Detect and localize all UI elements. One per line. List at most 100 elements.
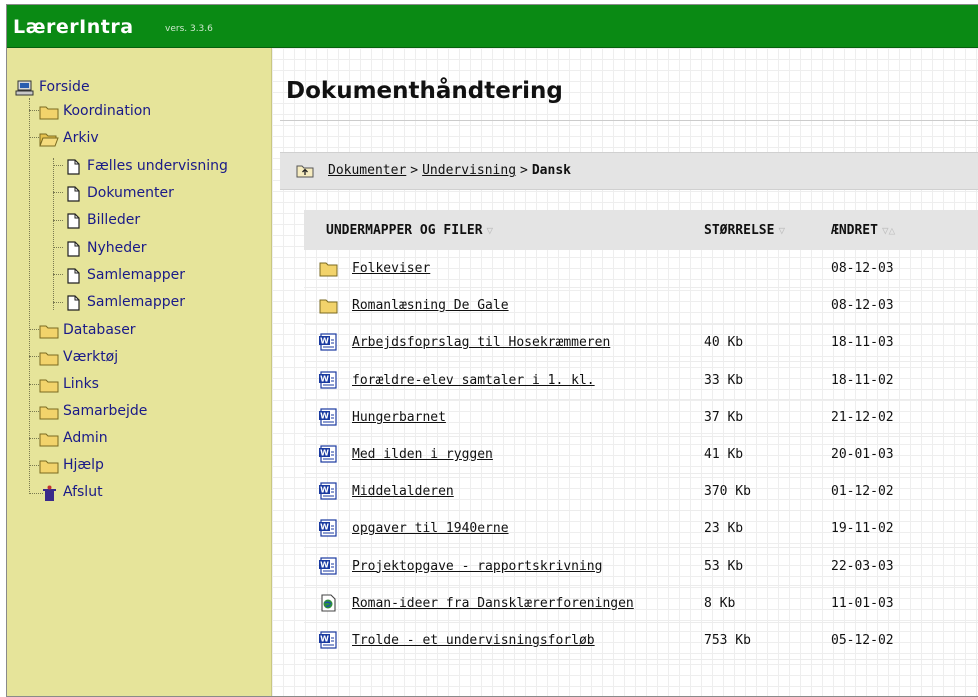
folder-icon bbox=[39, 325, 59, 339]
sidebar-item-arkiv[interactable]: Arkiv bbox=[39, 130, 99, 147]
column-header-name[interactable]: UNDERMAPPER OG FILER ▽ bbox=[326, 223, 493, 238]
tree-line bbox=[53, 302, 63, 303]
file-modified-date: 01-12-02 bbox=[831, 484, 894, 500]
breadcrumb-link-dokumenter[interactable]: Dokumenter bbox=[328, 163, 406, 178]
column-header-size[interactable]: STØRRELSE ▽ bbox=[704, 223, 785, 238]
sidebar-item-links[interactable]: Links bbox=[39, 376, 99, 393]
table-row: W Middelalderen 370 Kb 01-12-02 bbox=[304, 473, 978, 512]
tree-line bbox=[29, 329, 39, 330]
word-document-icon: W bbox=[319, 631, 337, 649]
tree-line bbox=[53, 158, 54, 310]
table-row: Romanlæsning De Gale 08-12-03 bbox=[304, 287, 978, 326]
document-icon bbox=[67, 241, 80, 257]
sidebar-item-forside[interactable]: Forside bbox=[15, 79, 90, 96]
folder-icon bbox=[39, 406, 59, 420]
file-size: 8 Kb bbox=[704, 595, 736, 611]
tree-line bbox=[53, 247, 63, 248]
file-name-link[interactable]: Hungerbarnet bbox=[352, 410, 446, 425]
sidebar-item-label: Databaser bbox=[63, 322, 136, 338]
table-row: W Arbejdsfoprslag til Hosekræmmeren 40 Kb 1… bbox=[304, 324, 978, 363]
sidebar-item-label: Forside bbox=[39, 79, 90, 95]
sidebar-item-faelles-undervisning[interactable]: Fælles undervisning bbox=[67, 158, 228, 175]
tree-line bbox=[29, 384, 39, 385]
folder-icon bbox=[39, 433, 59, 447]
breadcrumb: Dokumenter > Undervisning > Dansk bbox=[280, 152, 978, 190]
title-divider bbox=[280, 120, 978, 121]
table-header: UNDERMAPPER OG FILER ▽ STØRRELSE ▽ ÆNDRET ▽… bbox=[304, 210, 978, 250]
folder-icon bbox=[39, 106, 59, 120]
sidebar-item-label: Links bbox=[63, 376, 99, 392]
folder-icon bbox=[39, 460, 59, 474]
tree-line bbox=[29, 356, 39, 357]
file-modified-date: 08-12-03 bbox=[831, 261, 894, 276]
table-row: Roman-ideer fra Dansklærerforeningen 8 Kb… bbox=[304, 585, 978, 623]
sidebar-item-samlemapper[interactable]: Samlemapper bbox=[67, 267, 185, 284]
sidebar-item-dokumenter[interactable]: Dokumenter bbox=[67, 185, 174, 202]
document-icon bbox=[67, 186, 80, 202]
file-size: 53 Kb bbox=[704, 558, 744, 574]
breadcrumb-link-undervisning[interactable]: Undervisning bbox=[422, 163, 516, 178]
word-document-icon: W bbox=[319, 482, 337, 500]
file-size: 33 Kb bbox=[704, 372, 744, 388]
tree-line bbox=[29, 438, 39, 439]
tree-line bbox=[29, 110, 39, 111]
file-name-link[interactable]: Med ilden i ryggen bbox=[352, 447, 493, 462]
folder-icon bbox=[319, 299, 338, 314]
svg-text:W: W bbox=[320, 337, 329, 346]
sidebar-item-label: Hjælp bbox=[63, 457, 104, 473]
tree-line bbox=[29, 465, 39, 466]
file-name-link[interactable]: Trolde - et undervisningsforløb bbox=[352, 633, 595, 648]
sidebar-item-hjaelp[interactable]: Hjælp bbox=[39, 457, 104, 474]
page-title: Dokumenthåndtering bbox=[286, 78, 563, 104]
breadcrumb-separator: > bbox=[410, 163, 419, 178]
sidebar-item-billeder[interactable]: Billeder bbox=[67, 212, 140, 229]
file-name-link[interactable]: opgaver til 1940erne bbox=[352, 521, 509, 536]
file-name-link[interactable]: Middelalderen bbox=[352, 484, 454, 499]
sidebar-item-admin[interactable]: Admin bbox=[39, 430, 108, 447]
svg-text:W: W bbox=[320, 486, 329, 495]
sidebar-item-samlemapper-2[interactable]: Samlemapper bbox=[67, 294, 185, 311]
file-size: 41 Kb bbox=[704, 447, 744, 462]
word-document-icon: W bbox=[319, 333, 337, 351]
sidebar-item-samarbejde[interactable]: Samarbejde bbox=[39, 403, 147, 420]
folder-icon bbox=[319, 262, 338, 277]
file-name-link[interactable]: Romanlæsning De Gale bbox=[352, 298, 509, 313]
word-document-icon: W bbox=[319, 370, 337, 389]
word-document-icon: W bbox=[319, 408, 337, 426]
table-row: W Trolde - et undervisningsforløb 753 Kb 05… bbox=[304, 622, 978, 660]
sidebar-item-koordination[interactable]: Koordination bbox=[39, 103, 151, 120]
sidebar-item-vaerktoej[interactable]: Værktøj bbox=[39, 349, 118, 366]
sidebar-item-label: Dokumenter bbox=[87, 185, 174, 201]
file-modified-date: 21-12-02 bbox=[831, 409, 894, 425]
breadcrumb-separator: > bbox=[520, 163, 528, 178]
svg-text:W: W bbox=[320, 635, 329, 644]
sidebar-item-nyheder[interactable]: Nyheder bbox=[67, 240, 147, 257]
tree-line bbox=[29, 137, 39, 138]
file-name-link[interactable]: Projektopgave - rapportskrivning bbox=[352, 559, 602, 574]
sidebar-item-afslut[interactable]: Afslut bbox=[43, 484, 103, 501]
table-row: W Hungerbarnet 37 Kb 21-12-02 bbox=[304, 399, 978, 437]
main-content: Dokumenthåndtering Dokumenter > Undervisni… bbox=[272, 48, 978, 696]
computer-icon bbox=[15, 80, 34, 96]
app-version: vers. 3.3.6 bbox=[165, 24, 213, 34]
file-name-link[interactable]: Arbejdsfoprslag til Hosekræmmeren bbox=[352, 335, 610, 350]
column-header-label: UNDERMAPPER OG FILER bbox=[326, 223, 483, 238]
file-modified-date: 11-01-03 bbox=[831, 595, 894, 611]
word-document-icon: W bbox=[319, 556, 337, 575]
sidebar-item-label: Fælles undervisning bbox=[87, 158, 228, 174]
sidebar-item-label: Afslut bbox=[63, 484, 103, 500]
file-modified-date: 08-12-03 bbox=[831, 298, 894, 314]
file-modified-date: 18-11-03 bbox=[831, 335, 894, 351]
word-document-icon: W bbox=[319, 519, 337, 537]
column-header-label: ÆNDRET bbox=[831, 223, 878, 238]
file-name-link[interactable]: forældre-elev samtaler i 1. kl. bbox=[352, 373, 595, 388]
sort-arrow-icon: ▽ bbox=[486, 224, 494, 237]
column-header-modified[interactable]: ÆNDRET ▽△ bbox=[831, 223, 895, 238]
folder-up-icon[interactable] bbox=[296, 164, 314, 178]
sidebar-item-label: Samlemapper bbox=[87, 267, 185, 283]
sidebar-item-databaser[interactable]: Databaser bbox=[39, 322, 136, 339]
column-header-label: STØRRELSE bbox=[704, 223, 775, 238]
file-name-link[interactable]: Roman-ideer fra Dansklærerforeningen bbox=[352, 596, 634, 611]
document-icon bbox=[67, 213, 80, 229]
file-name-link[interactable]: Folkeviser bbox=[352, 261, 430, 276]
